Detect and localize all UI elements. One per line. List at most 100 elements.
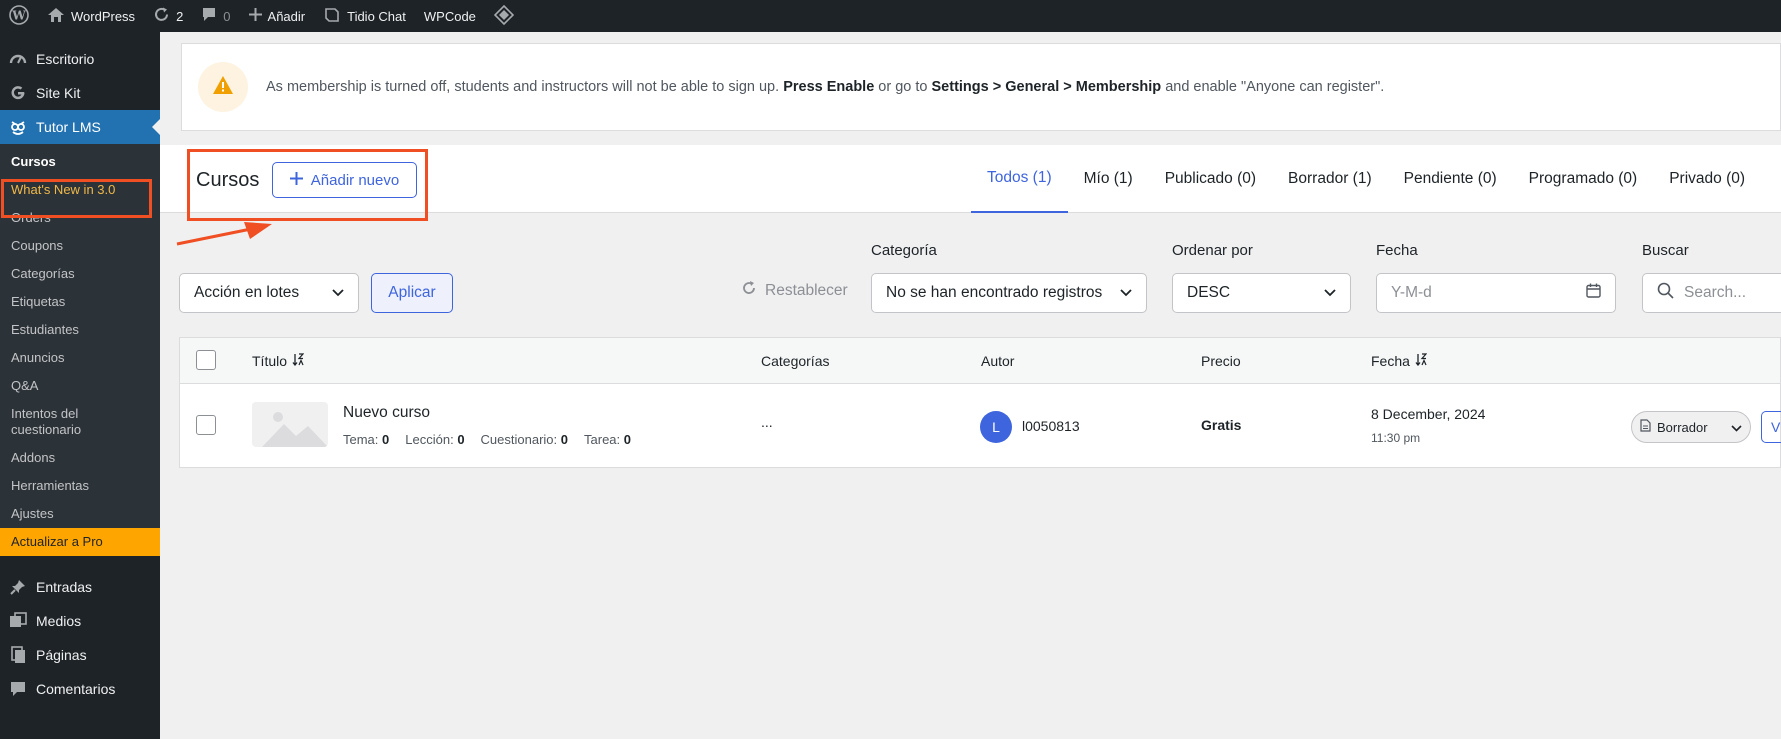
comments-count: 0: [223, 8, 231, 24]
submenu-item-intentos[interactable]: Intentos del cuestionario: [0, 400, 110, 444]
tab-pendiente[interactable]: Pendiente (0): [1388, 145, 1513, 213]
course-title-link[interactable]: Nuevo curso: [343, 404, 430, 422]
sort-icon: [1415, 353, 1428, 369]
sidebar-item-label: Medios: [36, 613, 82, 629]
notice-enable-link[interactable]: Press Enable: [783, 79, 874, 95]
submenu-item-upgrade-pro[interactable]: Actualizar a Pro: [0, 528, 160, 556]
submenu-item-herramientas[interactable]: Herramientas: [0, 472, 160, 500]
comments-menu[interactable]: 0: [192, 0, 239, 32]
chevron-down-icon: [1731, 420, 1742, 435]
submenu-item-coupons[interactable]: Coupons: [0, 232, 160, 260]
sidebar-item-paginas[interactable]: Páginas: [0, 638, 160, 672]
diamond-icon: [493, 4, 515, 28]
tab-publicado[interactable]: Publicado (0): [1149, 145, 1272, 213]
meta-value: 0: [457, 432, 465, 447]
svg-text:W: W: [11, 8, 26, 22]
media-icon: [8, 612, 28, 630]
wp-logo-menu[interactable]: W: [0, 0, 38, 32]
search-filter-label: Buscar: [1642, 242, 1689, 259]
site-name-menu[interactable]: WordPress: [38, 0, 144, 32]
order-filter-label: Ordenar por: [1172, 242, 1253, 259]
sidebar-item-entradas[interactable]: Entradas: [0, 570, 160, 604]
row-checkbox[interactable]: [196, 415, 216, 435]
sidebar-item-escritorio[interactable]: Escritorio: [0, 42, 160, 76]
submenu-item-addons[interactable]: Addons: [0, 444, 160, 472]
tab-borrador[interactable]: Borrador (1): [1272, 145, 1388, 213]
tutor-owl-icon: [8, 118, 28, 136]
meta-cuestionario: Cuestionario: 0: [481, 432, 568, 447]
sidebar-item-medios[interactable]: Medios: [0, 604, 160, 638]
submenu-item-ajustes[interactable]: Ajustes: [0, 500, 160, 528]
tab-todos[interactable]: Todos (1): [971, 145, 1068, 213]
submenu-item-estudiantes[interactable]: Estudiantes: [0, 316, 160, 344]
tab-mio[interactable]: Mío (1): [1068, 145, 1149, 213]
submenu-item-whats-new[interactable]: What's New in 3.0: [0, 176, 160, 204]
sidebar-item-tutor-lms[interactable]: Tutor LMS: [0, 110, 160, 144]
wordpress-logo-icon: W: [9, 4, 29, 28]
select-all-checkbox[interactable]: [196, 350, 216, 370]
submenu-item-categorias[interactable]: Categorías: [0, 260, 160, 288]
status-value: Borrador: [1657, 419, 1708, 435]
membership-notice: As membership is turned off, students an…: [181, 43, 1781, 131]
sidebar-item-label: Tutor LMS: [36, 119, 101, 135]
updates-menu[interactable]: 2: [144, 0, 192, 32]
column-title-header[interactable]: Título: [252, 353, 305, 369]
sidebar-item-comentarios[interactable]: Comentarios: [0, 672, 160, 706]
sidebar-item-label: Escritorio: [36, 51, 95, 67]
admin-sidebar: Escritorio Site Kit Tutor LMS Cursos Wha…: [0, 32, 160, 739]
submenu-item-anuncios[interactable]: Anuncios: [0, 344, 160, 372]
courses-header: Cursos Añadir nuevo Todos (1) Mío (1) Pu…: [160, 145, 1781, 221]
bulk-action-select[interactable]: Acción en lotes: [179, 273, 359, 313]
main-content: As membership is turned off, students an…: [160, 32, 1781, 739]
tab-programado[interactable]: Programado (0): [1513, 145, 1654, 213]
refresh-icon: [741, 280, 757, 301]
order-value: DESC: [1187, 284, 1231, 301]
order-select[interactable]: DESC: [1172, 273, 1351, 313]
column-price-header: Precio: [1201, 353, 1241, 369]
search-input[interactable]: Search...: [1642, 273, 1781, 313]
course-thumbnail[interactable]: [252, 402, 328, 447]
google-g-icon: [8, 84, 28, 102]
add-new-course-button[interactable]: Añadir nuevo: [272, 162, 417, 198]
plus-icon: [248, 8, 262, 24]
add-new-label: Añadir nuevo: [310, 171, 400, 189]
column-author-header: Autor: [981, 353, 1015, 369]
tidio-chat-label: Tidio Chat: [347, 8, 406, 24]
sidebar-item-label: Comentarios: [36, 681, 116, 697]
category-select[interactable]: No se han encontrado registros: [871, 273, 1147, 313]
home-icon: [47, 7, 65, 26]
diamond-plugin-menu[interactable]: [485, 0, 523, 32]
submenu-item-etiquetas[interactable]: Etiquetas: [0, 288, 160, 316]
image-placeholder-icon: [262, 412, 328, 447]
reset-filters-button[interactable]: Restablecer: [741, 280, 848, 301]
sort-icon: [292, 353, 305, 369]
status-select[interactable]: Borrador: [1631, 411, 1751, 443]
meta-label: Cuestionario:: [480, 432, 558, 447]
tab-privado[interactable]: Privado (0): [1653, 145, 1761, 213]
course-price: Gratis: [1201, 417, 1242, 433]
submenu-item-qa[interactable]: Q&A: [0, 372, 160, 400]
submenu-item-cursos[interactable]: Cursos: [0, 148, 160, 176]
date-filter-label: Fecha: [1376, 242, 1418, 259]
calendar-icon[interactable]: [1586, 283, 1601, 303]
column-date-header[interactable]: Fecha: [1371, 353, 1428, 369]
meta-tema: Tema: 0: [343, 432, 389, 447]
tidio-chat-menu[interactable]: Tidio Chat: [314, 0, 415, 32]
notice-settings-path: Settings > General > Membership: [931, 79, 1162, 95]
chevron-down-icon: [332, 284, 344, 302]
submenu-item-orders[interactable]: Orders: [0, 204, 160, 232]
table-header: Título Categorías Autor Precio Fecha: [180, 338, 1780, 384]
tutor-submenu: Cursos What's New in 3.0 Orders Coupons …: [0, 144, 160, 556]
wpcode-menu[interactable]: WPCode: [415, 0, 485, 32]
view-course-button[interactable]: V: [1761, 411, 1781, 443]
site-name-label: WordPress: [71, 8, 136, 24]
course-categories: ...: [761, 414, 773, 430]
pages-icon: [8, 646, 28, 664]
meta-value: 0: [382, 432, 390, 447]
category-value: No se han encontrado registros: [886, 284, 1103, 301]
new-content-menu[interactable]: Añadir: [240, 0, 315, 32]
sidebar-item-site-kit[interactable]: Site Kit: [0, 76, 160, 110]
plus-icon: [289, 171, 303, 189]
apply-button[interactable]: Aplicar: [371, 273, 453, 313]
date-input[interactable]: Y-M-d: [1376, 273, 1616, 313]
